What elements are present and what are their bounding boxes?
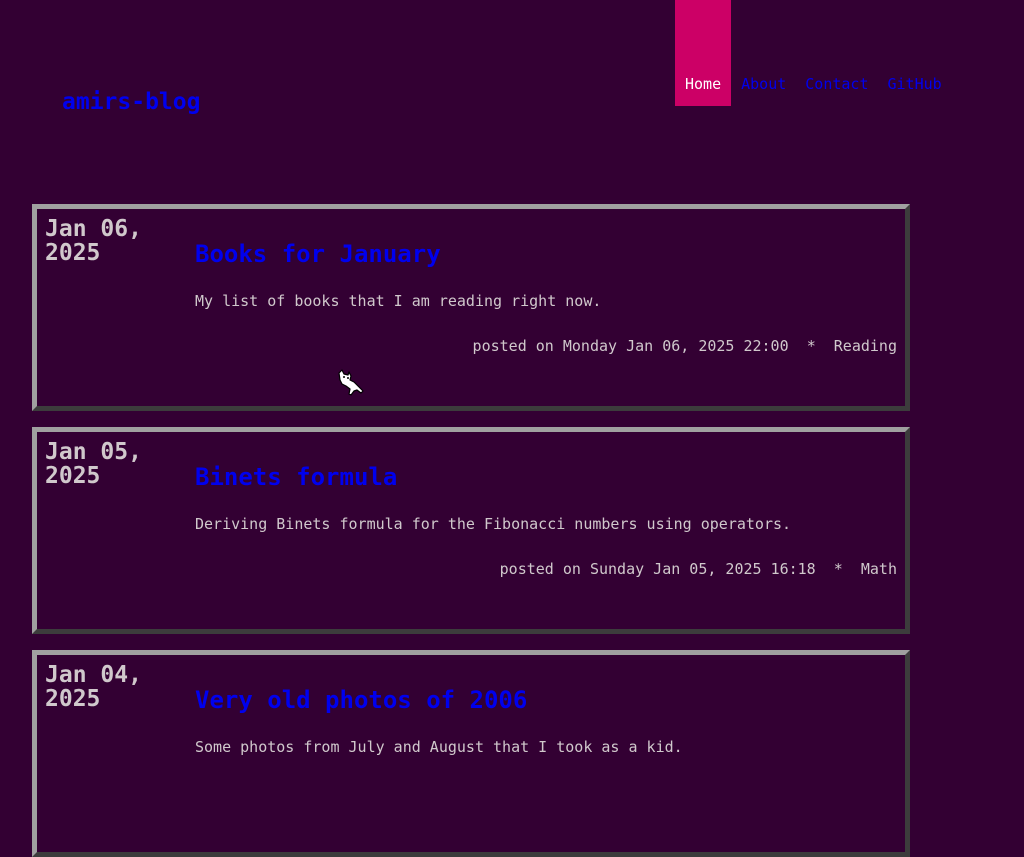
post-date-year: 2025 bbox=[45, 686, 101, 712]
post-summary: Some photos from July and August that I … bbox=[195, 738, 683, 756]
post-date-year: 2025 bbox=[45, 463, 101, 489]
oneko-cat-cursor-icon bbox=[338, 369, 364, 396]
post-title-link[interactable]: Very old photos of 2006 bbox=[195, 685, 527, 715]
nav-item-contact[interactable]: Contact bbox=[795, 0, 877, 106]
post-date: Jan 06, 2025 bbox=[45, 217, 185, 265]
main-nav: Home About Contact GitHub bbox=[675, 0, 951, 106]
nav-item-about[interactable]: About bbox=[731, 0, 795, 106]
post-meta-separator: * bbox=[833, 560, 843, 578]
post-category: Math bbox=[860, 560, 897, 578]
post-title-link[interactable]: Books for January bbox=[195, 239, 441, 269]
post-card: Jan 06, 2025 Books for January My list o… bbox=[32, 204, 910, 411]
post-meta: posted on Monday Jan 06, 2025 22:00 * Re… bbox=[473, 336, 897, 356]
post-card: Jan 04, 2025 Very old photos of 2006 Som… bbox=[32, 650, 910, 857]
post-date: Jan 04, 2025 bbox=[45, 663, 185, 711]
post-date-year: 2025 bbox=[45, 240, 101, 266]
post-meta-separator: * bbox=[806, 337, 816, 355]
post-category: Reading bbox=[833, 337, 897, 355]
post-date: Jan 05, 2025 bbox=[45, 440, 185, 488]
post-date-day: Jan 06, bbox=[45, 216, 142, 242]
post-summary: Deriving Binets formula for the Fibonacc… bbox=[195, 515, 792, 533]
post-card: Jan 05, 2025 Binets formula Deriving Bin… bbox=[32, 427, 910, 634]
post-date-day: Jan 05, bbox=[45, 439, 142, 465]
site-title-link[interactable]: amirs-blog bbox=[62, 88, 200, 116]
nav-item-github[interactable]: GitHub bbox=[878, 0, 951, 106]
nav-item-home[interactable]: Home bbox=[675, 0, 732, 106]
post-title-link[interactable]: Binets formula bbox=[195, 462, 397, 492]
post-date-day: Jan 04, bbox=[45, 662, 142, 688]
post-meta: posted on Sunday Jan 05, 2025 16:18 * Ma… bbox=[500, 559, 897, 579]
post-meta-posted: posted on Sunday Jan 05, 2025 16:18 bbox=[499, 560, 816, 578]
post-meta-posted: posted on Monday Jan 06, 2025 22:00 bbox=[472, 337, 789, 355]
post-summary: My list of books that I am reading right… bbox=[195, 292, 602, 310]
